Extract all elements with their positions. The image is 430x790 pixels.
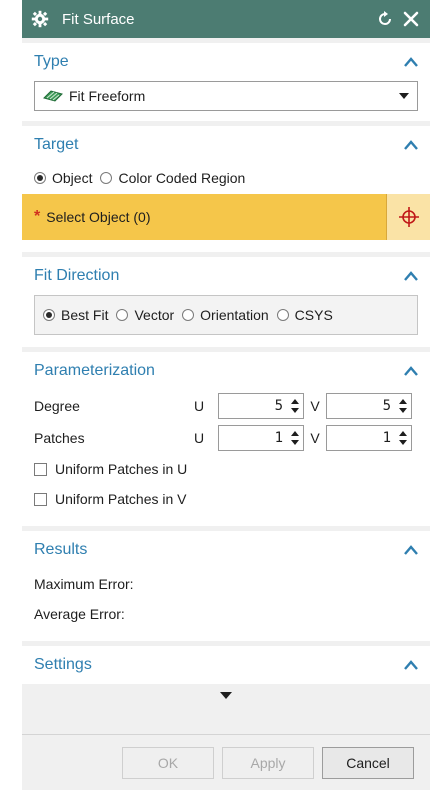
v-label: V: [310, 430, 320, 446]
section-title: Settings: [34, 656, 92, 673]
collapse-icon[interactable]: [404, 57, 418, 67]
fit-direction-section: Fit Direction Best Fit Vector Orientatio…: [22, 257, 430, 347]
patches-row: Patches U 1 V 1: [34, 422, 418, 454]
type-section-header[interactable]: Type: [22, 43, 430, 81]
patches-v-value: 1: [382, 430, 391, 446]
orientation-radio[interactable]: [182, 309, 195, 321]
spin-arrows-icon[interactable]: [291, 399, 299, 413]
object-radio[interactable]: [34, 172, 46, 184]
gear-icon[interactable]: [30, 9, 50, 29]
crosshair-icon: [398, 207, 419, 227]
collapse-icon[interactable]: [404, 140, 418, 150]
patches-u-stepper[interactable]: 1: [218, 425, 304, 451]
degree-v-value: 5: [382, 398, 391, 414]
ok-button[interactable]: OK: [122, 746, 214, 779]
csys-label: CSYS: [294, 307, 333, 323]
collapse-icon[interactable]: [404, 366, 418, 376]
chevron-down-icon: [220, 691, 232, 699]
crosshair-select-button[interactable]: [386, 194, 430, 240]
required-marker: *: [34, 208, 41, 225]
v-label: V: [310, 398, 320, 414]
cancel-button[interactable]: Cancel: [322, 746, 414, 779]
collapse-icon[interactable]: [404, 545, 418, 555]
more-options-toggle[interactable]: [22, 684, 430, 706]
degree-u-stepper[interactable]: 5: [218, 393, 304, 419]
degree-u-value: 5: [274, 398, 283, 414]
section-title: Results: [34, 541, 88, 558]
title-bar: Fit Surface: [22, 0, 430, 38]
apply-button[interactable]: Apply: [222, 746, 314, 779]
u-label: U: [194, 398, 205, 414]
uniform-v-row: Uniform Patches in V: [34, 484, 418, 514]
degree-v-stepper[interactable]: 5: [326, 393, 412, 419]
settings-section-header[interactable]: Settings: [22, 646, 430, 684]
best-fit-label: Best Fit: [61, 307, 109, 323]
patches-v-stepper[interactable]: 1: [326, 425, 412, 451]
uniform-v-label: Uniform Patches in V: [55, 491, 187, 507]
collapse-icon[interactable]: [404, 271, 418, 281]
uniform-u-row: Uniform Patches in U: [34, 454, 418, 484]
spin-arrows-icon[interactable]: [399, 399, 407, 413]
color-region-radio[interactable]: [100, 172, 113, 184]
close-icon[interactable]: [400, 8, 422, 30]
vector-radio[interactable]: [116, 309, 129, 321]
orientation-label: Orientation: [200, 307, 269, 323]
section-title: Parameterization: [34, 362, 155, 379]
type-dropdown-value: Fit Freeform: [69, 88, 146, 104]
uniform-v-checkbox[interactable]: [34, 492, 47, 506]
dialog-footer: OK Apply Cancel: [22, 734, 430, 790]
settings-section: Settings: [22, 646, 430, 684]
avg-error-label: Average Error:: [34, 606, 125, 622]
dialog-title: Fit Surface: [62, 10, 135, 28]
select-object-row: * Select Object (0): [22, 194, 430, 240]
uniform-u-label: Uniform Patches in U: [55, 461, 188, 477]
color-region-radio-label: Color Coded Region: [118, 170, 246, 186]
parameterization-section: Parameterization Degree U 5 V 5 Patches …: [22, 352, 430, 526]
target-radio-group: Object Color Coded Region: [34, 164, 418, 192]
degree-label: Degree: [34, 398, 80, 414]
results-section-header[interactable]: Results: [22, 531, 430, 569]
max-error-label: Maximum Error:: [34, 576, 134, 592]
fit-direction-radio-group: Best Fit Vector Orientation CSYS: [34, 295, 418, 335]
parameterization-section-header[interactable]: Parameterization: [22, 352, 430, 390]
patches-u-value: 1: [274, 430, 283, 446]
best-fit-radio[interactable]: [43, 309, 55, 321]
select-object-field[interactable]: * Select Object (0): [22, 194, 386, 240]
target-section-header[interactable]: Target: [22, 126, 430, 164]
freeform-surface-icon: [43, 89, 63, 103]
vector-label: Vector: [134, 307, 175, 323]
section-title: Target: [34, 136, 79, 153]
chevron-down-icon: [399, 93, 409, 99]
section-title: Type: [34, 53, 69, 70]
type-dropdown[interactable]: Fit Freeform: [34, 81, 418, 111]
spin-arrows-icon[interactable]: [399, 431, 407, 445]
results-section: Results Maximum Error: Average Error:: [22, 531, 430, 641]
reset-icon[interactable]: [374, 8, 396, 30]
fit-surface-dialog: Fit Surface Type Fit Freeform Target Obj…: [22, 0, 430, 790]
fit-direction-section-header[interactable]: Fit Direction: [22, 257, 430, 295]
target-section: Target Object Color Coded Region * Selec…: [22, 126, 430, 252]
u-label: U: [194, 430, 205, 446]
type-section: Type Fit Freeform: [22, 43, 430, 121]
collapse-icon[interactable]: [404, 660, 418, 670]
spin-arrows-icon[interactable]: [291, 431, 299, 445]
section-title: Fit Direction: [34, 267, 120, 284]
object-radio-label: Object: [52, 170, 93, 186]
select-object-label: Select Object (0): [46, 209, 151, 225]
csys-radio[interactable]: [276, 309, 289, 321]
patches-label: Patches: [34, 430, 85, 446]
uniform-u-checkbox[interactable]: [34, 462, 47, 476]
degree-row: Degree U 5 V 5: [34, 390, 418, 422]
